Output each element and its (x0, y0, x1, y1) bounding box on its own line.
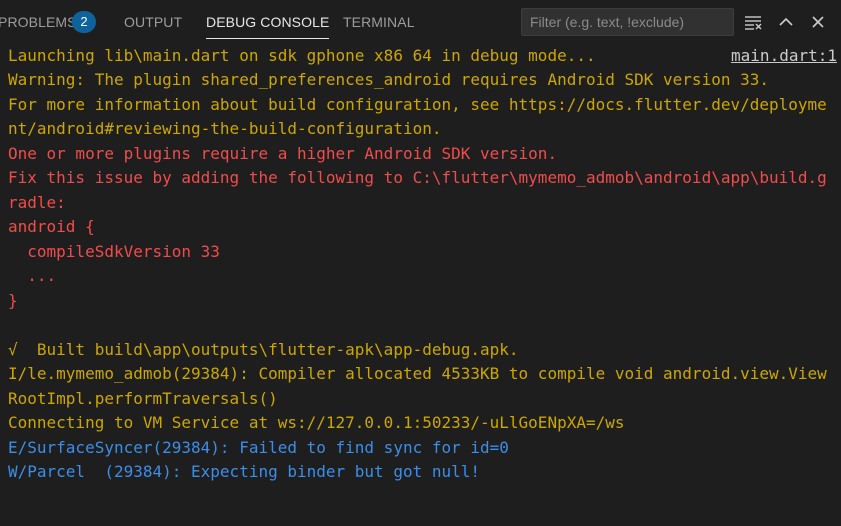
console-line: Launching lib\main.dart on sdk gphone x8… (8, 46, 596, 65)
console-line: } (8, 291, 18, 310)
problems-count-badge: 2 (72, 11, 96, 33)
close-icon (812, 16, 824, 28)
filter-input[interactable] (521, 8, 734, 36)
tab-output-label: OUTPUT (124, 14, 183, 30)
tab-debug-console-label: DEBUG CONSOLE (206, 14, 330, 30)
console-line: One or more plugins require a higher And… (8, 144, 558, 163)
close-panel-button[interactable] (806, 10, 830, 34)
console-line: ... (8, 266, 57, 285)
console-line: Warning: The plugin shared_preferences_a… (8, 70, 769, 89)
console-line: I/le.mymemo_admob(29384): Compiler alloc… (8, 364, 827, 383)
collapse-all-button[interactable] (741, 10, 765, 34)
tab-terminal[interactable]: TERMINAL (343, 0, 415, 44)
source-link[interactable]: main.dart:1 (731, 44, 837, 68)
console-line: Fix this issue by adding the following t… (8, 168, 827, 187)
tab-debug-console[interactable]: DEBUG CONSOLE (206, 0, 330, 44)
collapse-all-icon (745, 16, 762, 30)
console-line: E/SurfaceSyncer(29384): Failed to find s… (8, 438, 509, 457)
tab-terminal-label: TERMINAL (343, 14, 415, 30)
panel-header: PROBLEMS 2 OUTPUT DEBUG CONSOLE TERMINAL (0, 0, 841, 44)
tab-problems[interactable]: PROBLEMS (0, 0, 77, 44)
console-line: RootImpl.performTraversals() (8, 389, 278, 408)
tab-output[interactable]: OUTPUT (124, 0, 182, 44)
console-line: For more information about build configu… (8, 95, 827, 114)
console-line: compileSdkVersion 33 (8, 242, 220, 261)
console-line: Connecting to VM Service at ws://127.0.0… (8, 413, 625, 432)
console-line: √ Built build\app\outputs\flutter-apk\ap… (8, 340, 519, 359)
maximize-panel-button[interactable] (774, 10, 798, 34)
console-line: android { (8, 217, 95, 236)
tab-problems-label: PROBLEMS (0, 14, 77, 30)
chevron-up-icon (779, 17, 793, 26)
console-line: W/Parcel (29384): Expecting binder but g… (8, 462, 481, 481)
debug-console-output: Launching lib\main.dart on sdk gphone x8… (0, 44, 841, 526)
console-line: nt/android#reviewing-the-build-configura… (8, 119, 442, 138)
console-line: radle: (8, 193, 66, 212)
